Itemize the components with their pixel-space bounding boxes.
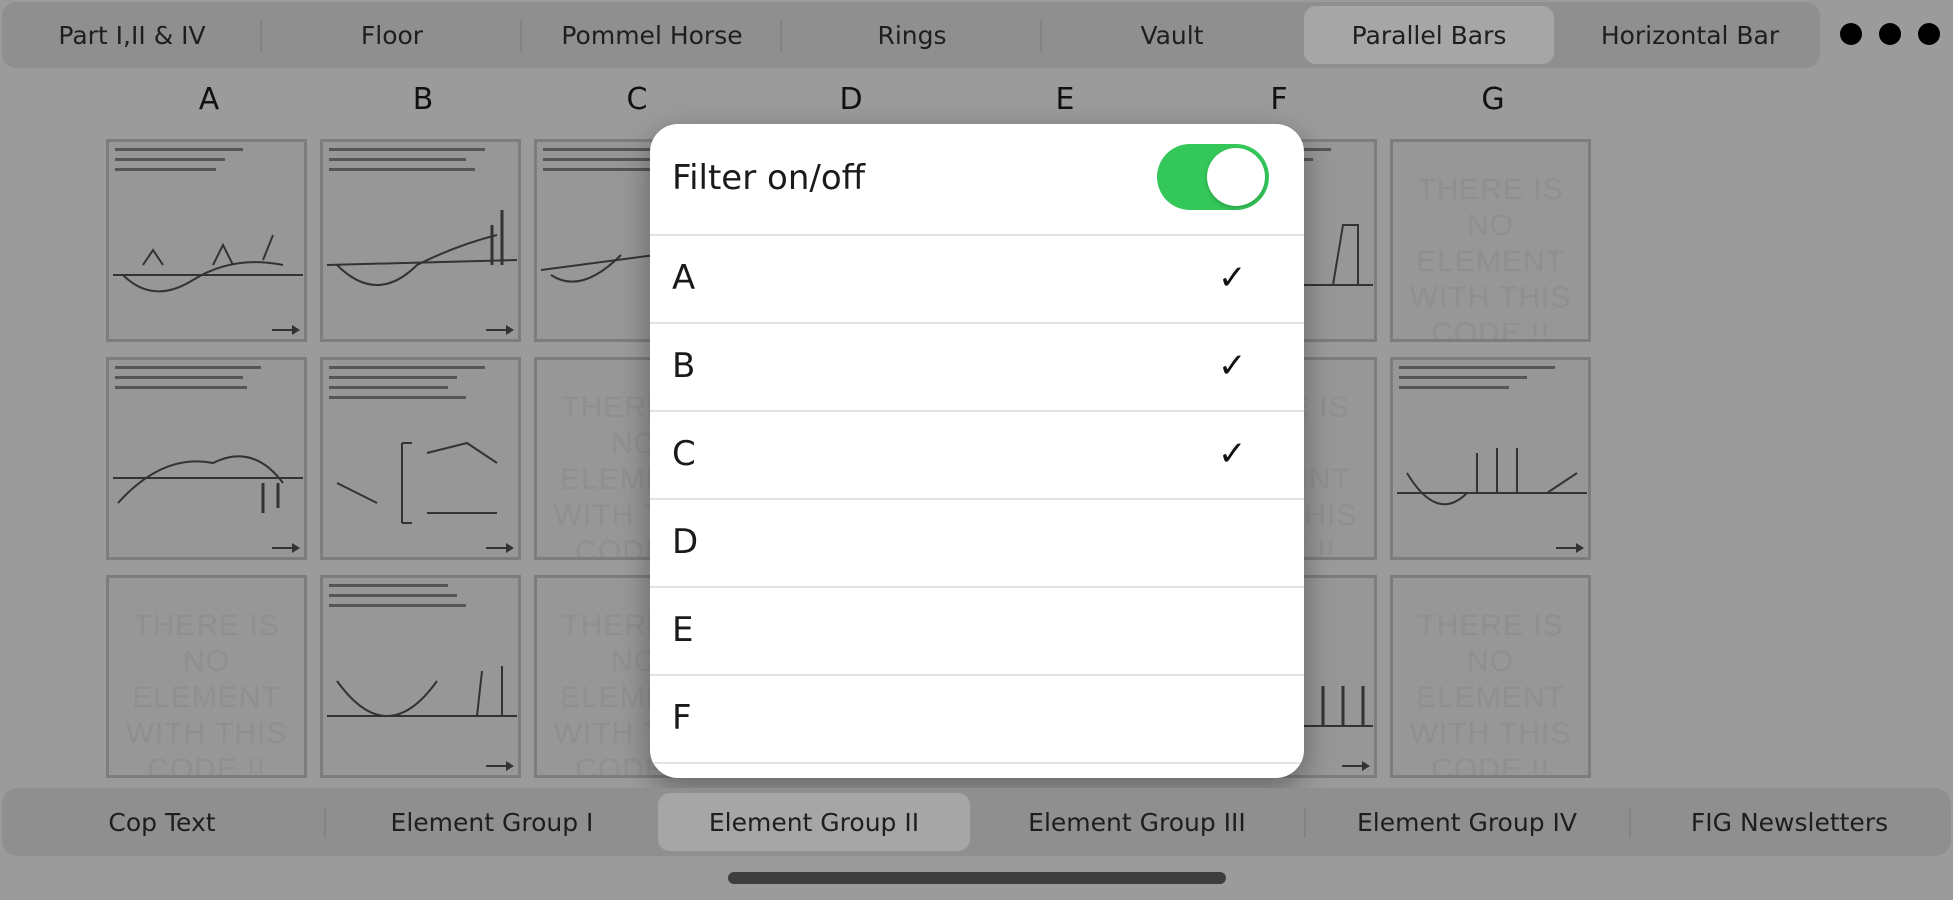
tab-rings[interactable]: Rings — [782, 6, 1042, 64]
tab-element-group-3[interactable]: Element Group III — [977, 793, 1297, 851]
element-sketch — [327, 210, 517, 286]
filter-item-e[interactable]: E — [650, 586, 1304, 674]
tab-vault[interactable]: Vault — [1042, 6, 1302, 64]
tab-pommel-horse[interactable]: Pommel Horse — [522, 6, 782, 64]
tab-parallel-bars[interactable]: Parallel Bars — [1304, 6, 1554, 64]
element-cell[interactable] — [106, 357, 307, 560]
element-cell[interactable] — [1390, 357, 1591, 560]
element-cell-empty: THERE IS NO ELEMENT WITH THIS CODE !! — [1390, 575, 1591, 778]
column-header-f: F — [1270, 82, 1288, 117]
tab-element-group-2[interactable]: Element Group II — [658, 793, 970, 851]
arrow-icon — [486, 761, 514, 771]
ellipsis-icon[interactable] — [1840, 16, 1940, 52]
dot — [1918, 23, 1940, 45]
filter-item-f[interactable]: F — [650, 674, 1304, 762]
no-element-text: THERE IS NO ELEMENT WITH THIS CODE !! — [1409, 173, 1572, 342]
column-header-e: E — [1055, 82, 1075, 117]
element-description — [329, 366, 512, 406]
arrow-icon — [1342, 761, 1370, 771]
arrow-icon — [272, 325, 300, 335]
element-description — [1399, 366, 1582, 396]
column-header-c: C — [626, 82, 648, 117]
tab-divider — [1304, 808, 1306, 838]
arrow-icon — [272, 543, 300, 553]
filter-item-a[interactable]: A ✓ — [650, 234, 1304, 322]
tab-element-group-4[interactable]: Element Group IV — [1307, 793, 1627, 851]
element-description — [115, 148, 298, 178]
tab-part-1-2-4[interactable]: Part I,II & IV — [2, 6, 262, 64]
tab-cop-text[interactable]: Cop Text — [7, 793, 317, 851]
filter-item-c[interactable]: C ✓ — [650, 410, 1304, 498]
element-cell[interactable] — [320, 357, 521, 560]
element-description — [115, 366, 298, 396]
arrow-icon — [1556, 543, 1584, 553]
element-description — [329, 148, 512, 178]
home-indicator[interactable] — [728, 872, 1226, 884]
filter-item-label: B — [672, 346, 696, 386]
filter-item-label: A — [672, 258, 696, 298]
no-element-text: THERE IS NO ELEMENT WITH THIS CODE !! — [1409, 609, 1572, 778]
filter-item-d[interactable]: D — [650, 498, 1304, 586]
apparatus-tab-bar: Part I,II & IV Floor Pommel Horse Rings … — [2, 2, 1820, 68]
filter-item-label: E — [672, 610, 694, 650]
filter-item-label: F — [672, 698, 692, 738]
element-group-tab-bar: Cop Text Element Group I Element Group I… — [2, 788, 1951, 856]
checkmark-icon: ✓ — [1218, 258, 1247, 298]
element-sketch — [113, 234, 303, 293]
tab-divider — [324, 808, 326, 838]
tab-fig-newsletters[interactable]: FIG Newsletters — [1632, 793, 1947, 851]
element-description — [329, 584, 512, 614]
column-header-b: B — [412, 82, 434, 117]
column-header-g: G — [1481, 82, 1505, 117]
tab-divider — [1629, 808, 1631, 838]
element-cell[interactable] — [320, 139, 521, 342]
element-sketch — [327, 666, 517, 717]
toggle-knob — [1207, 148, 1265, 206]
filter-item-label: D — [672, 522, 699, 562]
filter-item-label: C — [672, 434, 696, 474]
element-sketch — [1397, 448, 1587, 506]
dot — [1840, 23, 1862, 45]
element-cell-empty: THERE IS NO ELEMENT WITH THIS CODE !! — [106, 575, 307, 778]
filter-item-divider — [650, 762, 1304, 778]
tab-element-group-1[interactable]: Element Group I — [332, 793, 652, 851]
filter-toggle-switch[interactable] — [1157, 144, 1269, 210]
filter-popover: Filter on/off A ✓ B ✓ C ✓ D E F — [650, 124, 1304, 778]
element-sketch — [113, 455, 303, 513]
no-element-text: THERE IS NO ELEMENT WITH THIS CODE !! — [125, 609, 288, 778]
dot — [1879, 23, 1901, 45]
tab-floor[interactable]: Floor — [262, 6, 522, 64]
checkmark-icon: ✓ — [1218, 434, 1247, 474]
arrow-icon — [486, 325, 514, 335]
filter-item-b[interactable]: B ✓ — [650, 322, 1304, 410]
tab-horizontal-bar[interactable]: Horizontal Bar — [1560, 6, 1820, 64]
arrow-icon — [486, 543, 514, 553]
element-cell[interactable] — [320, 575, 521, 778]
column-header-a: A — [198, 82, 220, 117]
checkmark-icon: ✓ — [1218, 346, 1247, 386]
filter-toggle-row: Filter on/off — [650, 124, 1304, 234]
column-header-d: D — [839, 82, 863, 117]
element-cell-empty: THERE IS NO ELEMENT WITH THIS CODE !! — [1390, 139, 1591, 342]
element-sketch — [336, 441, 498, 524]
element-cell[interactable] — [106, 139, 307, 342]
filter-title: Filter on/off — [672, 158, 866, 198]
